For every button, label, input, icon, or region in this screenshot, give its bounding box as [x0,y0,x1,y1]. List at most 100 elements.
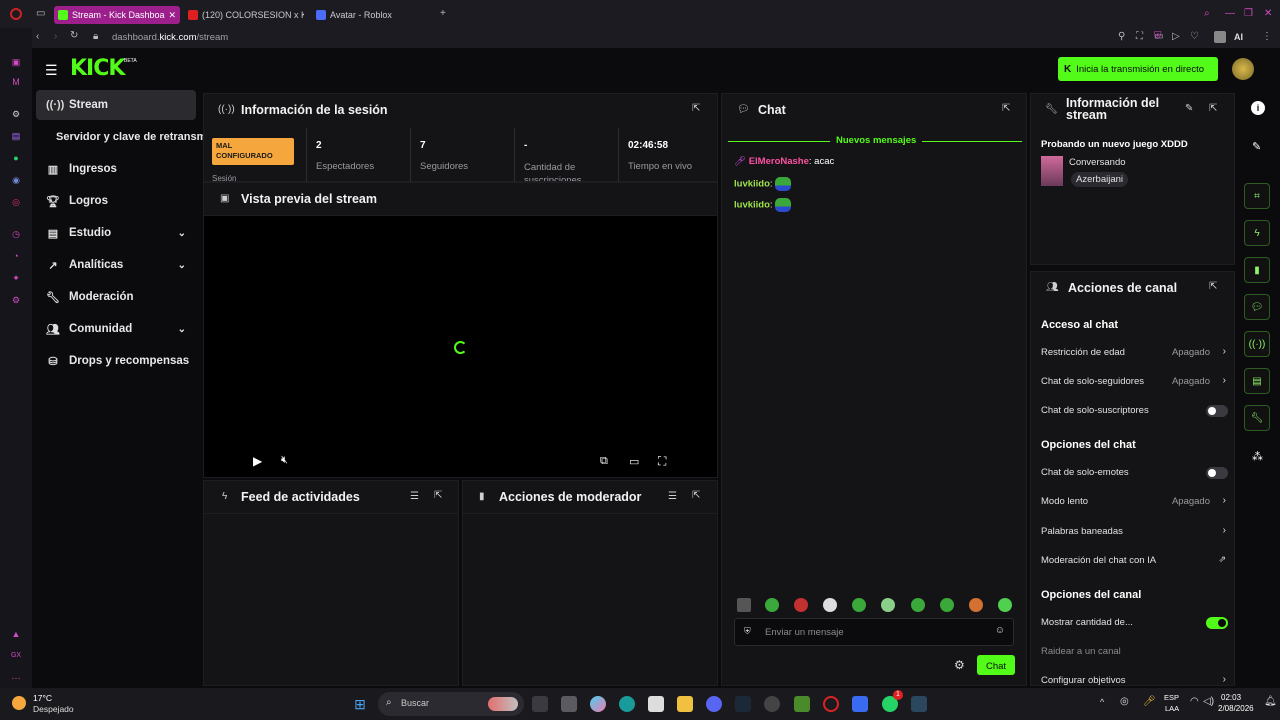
emote-icon[interactable] [998,598,1012,612]
filter-icon[interactable]: ☰ [668,491,677,502]
tool-people-button[interactable]: ▤ [1244,368,1270,394]
player-icon[interactable]: ▷ [1172,31,1180,42]
clock-time[interactable]: 02:03 [1221,693,1241,702]
calculator-icon[interactable] [561,696,577,712]
chat-input[interactable]: ⛨ Enviar un mensaje ☺ [734,618,1014,646]
task-view-icon[interactable] [532,696,548,712]
popout-icon[interactable]: ⇱ [434,490,442,501]
nav-item-drops[interactable]: ⛁ Drops y recompensas [36,346,196,376]
lang-top[interactable]: ESP [1164,693,1179,702]
nav-item-ingresos[interactable]: ▥ Ingresos [36,154,196,184]
tab-switcher-icon[interactable]: ▭ [36,8,45,19]
language-tag[interactable]: Azerbaijani [1071,172,1128,187]
chat-username[interactable]: ElMeroNashe [749,156,809,167]
gx-icon[interactable]: GX [10,650,22,662]
volume-icon[interactable]: ◁) [1203,696,1214,707]
theater-button[interactable]: ▭ [629,455,639,468]
history-icon[interactable]: ◷ [10,228,22,240]
popout-icon[interactable]: ⇱ [1002,103,1010,114]
nav-item-logros[interactable]: 🏆︎ Logros [36,186,196,216]
whatsapp-icon[interactable]: ● [10,152,22,164]
category-name[interactable]: Conversando [1069,157,1126,168]
tab-roblox[interactable]: Avatar - Roblox [312,6,432,24]
go-live-button[interactable]: K Inicia la transmisión en directo [1058,57,1218,81]
nav-item-moderacion[interactable]: 🔧︎ Moderación [36,282,196,312]
ai-button[interactable]: AI [1234,32,1243,42]
nav-item-comunidad[interactable]: 👥︎ Comunidad ⌄ [36,314,196,344]
play-button[interactable]: ▶ [253,454,262,468]
emotes-only-toggle[interactable] [1206,467,1228,479]
tool-broadcast-button[interactable]: ((·)) [1244,331,1270,357]
roblox-icon[interactable] [852,696,868,712]
weather-icon[interactable] [12,696,26,710]
chat-username[interactable]: luvkiido [734,179,770,190]
twitch-icon[interactable]: ▤ [10,130,22,142]
tool-chat-button[interactable]: 💬︎ [1244,294,1270,320]
maximize-icon[interactable]: ❐ [1244,8,1253,19]
emote-icon[interactable] [969,598,983,612]
instagram-icon[interactable]: ◎ [10,196,22,208]
send-chat-button[interactable]: Chat [977,655,1015,675]
tray-chevron-icon[interactable]: ^ [1100,697,1104,707]
emote-icon[interactable] [940,598,954,612]
ai-moderation-row[interactable]: Moderación del chat con IA ⇗ [1031,552,1234,570]
nav-item-stream[interactable]: ((·)) Stream [36,90,196,120]
show-count-toggle[interactable] [1206,617,1228,629]
steam-icon[interactable] [735,696,751,712]
kick-logo[interactable]: KICK [70,56,125,81]
filter-icon[interactable]: ☰ [410,491,419,502]
steam-2-icon[interactable] [911,696,927,712]
messenger-icon[interactable]: ▣ [10,56,22,68]
tab-youtube[interactable]: (120) COLORSESION x KUR [184,6,304,24]
menu-icon[interactable]: ⋮ [1262,31,1272,42]
close-window-icon[interactable]: ✕ [1264,8,1272,19]
app-icon[interactable] [764,696,780,712]
emoji-icon[interactable]: ☺ [995,625,1005,636]
wifi-icon[interactable]: ◠ [1190,696,1199,707]
add-widget-icon[interactable]: ⁂ [1252,450,1263,463]
mail-icon[interactable]: M [10,76,22,88]
raid-channel-row[interactable]: Raidear a un canal [1031,643,1234,661]
reload-icon[interactable]: ↻ [70,30,78,41]
emote-icon[interactable] [852,598,866,612]
settings-icon[interactable]: ⚙ [10,108,22,120]
copilot-icon[interactable] [590,696,606,712]
nav-item-estudio[interactable]: ▤ Estudio ⌄ [36,218,196,248]
popout-icon[interactable]: ⇱ [1209,281,1217,292]
network-icon[interactable]: ◎ [1120,696,1129,707]
minecraft-icon[interactable] [794,696,810,712]
hamburger-menu-icon[interactable]: ☰ [45,62,58,79]
fullscreen-button[interactable]: ⛶ [658,454,666,469]
more-icon[interactable]: ⋯ [10,672,22,684]
minimize-icon[interactable]: — [1225,8,1235,19]
heart-icon[interactable]: ♡ [1190,31,1199,42]
shield-icon[interactable]: ⛨ [1154,31,1162,42]
discord-taskbar-icon[interactable] [706,696,722,712]
pin-icon[interactable]: ⚲ [1118,31,1125,42]
edit-icon[interactable]: ✎ [1185,103,1193,114]
clock-icon[interactable]: ◔ [10,250,22,262]
file-explorer-icon[interactable] [677,696,693,712]
edit-layout-icon[interactable]: ✎ [1252,140,1261,153]
emote-icon[interactable] [794,598,808,612]
microphone-icon[interactable]: 🎤︎ [1143,696,1156,707]
goals-row[interactable]: Configurar objetivos › [1031,672,1234,685]
store-icon[interactable] [648,696,664,712]
followers-only-row[interactable]: Chat de solo-seguidores Apagado › [1031,373,1234,391]
snapshot-icon[interactable]: ⛶ [1136,31,1143,42]
chat-settings-icon[interactable]: ⚙ [954,658,965,672]
nav-item-server-key[interactable]: Servidor y clave de retransm [36,122,206,152]
category-thumbnail[interactable] [1041,156,1063,186]
sidebar-settings-icon[interactable]: ⚙ [10,294,22,306]
flow-icon[interactable]: ▲ [10,628,22,640]
taskbar-search[interactable]: ⌕ Buscar [378,692,524,716]
subscribers-only-toggle[interactable] [1206,405,1228,417]
windows-start-icon[interactable]: ⊞ [352,696,368,712]
close-tab-icon[interactable]: ✕ [169,10,177,21]
miniplayer-button[interactable]: ⧉ [600,455,608,468]
emote-icon[interactable] [737,598,751,612]
popout-icon[interactable]: ⇱ [692,103,700,114]
slow-mode-row[interactable]: Modo lento Apagado › [1031,493,1234,511]
emote-icon[interactable] [881,598,895,612]
emote-icon[interactable] [823,598,837,612]
